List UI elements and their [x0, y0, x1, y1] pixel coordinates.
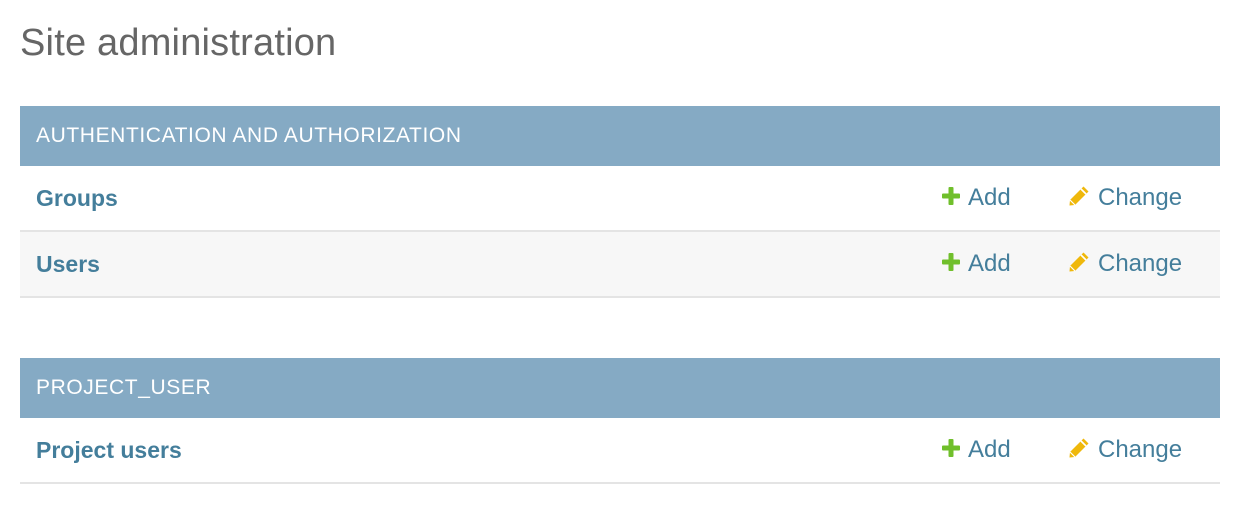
module-authentication-and-authorization: AUTHENTICATION AND AUTHORIZATION Groups … — [20, 106, 1220, 298]
module-project-user: PROJECT_USER Project users Add Change — [20, 358, 1220, 484]
model-row-groups: Groups Add Change — [20, 166, 1220, 232]
change-users-button[interactable]: Change — [1068, 232, 1182, 296]
page-title: Site administration — [20, 22, 337, 64]
model-link-project-users[interactable]: Project users — [36, 418, 182, 482]
pencil-icon — [1068, 251, 1090, 273]
pencil-icon — [1068, 185, 1090, 207]
plus-icon — [942, 186, 960, 205]
plus-icon — [942, 438, 960, 457]
change-project-users-button[interactable]: Change — [1068, 418, 1182, 482]
model-link-groups[interactable]: Groups — [36, 166, 118, 230]
plus-icon — [942, 252, 960, 271]
admin-page: Site administration AUTHENTICATION AND A… — [0, 0, 1244, 506]
change-groups-button[interactable]: Change — [1068, 166, 1182, 230]
model-row-users: Users Add Change — [20, 232, 1220, 298]
model-link-users[interactable]: Users — [36, 232, 100, 296]
add-users-button[interactable]: Add — [942, 232, 1011, 296]
module-caption: AUTHENTICATION AND AUTHORIZATION — [20, 106, 1220, 166]
pencil-icon — [1068, 437, 1090, 459]
add-label: Add — [968, 184, 1011, 211]
add-label: Add — [968, 436, 1011, 463]
add-groups-button[interactable]: Add — [942, 166, 1011, 230]
add-label: Add — [968, 250, 1011, 277]
change-label: Change — [1098, 184, 1183, 211]
model-row-project-users: Project users Add Change — [20, 418, 1220, 484]
change-label: Change — [1098, 436, 1183, 463]
add-project-users-button[interactable]: Add — [942, 418, 1011, 482]
change-label: Change — [1098, 250, 1183, 277]
module-caption: PROJECT_USER — [20, 358, 1220, 418]
